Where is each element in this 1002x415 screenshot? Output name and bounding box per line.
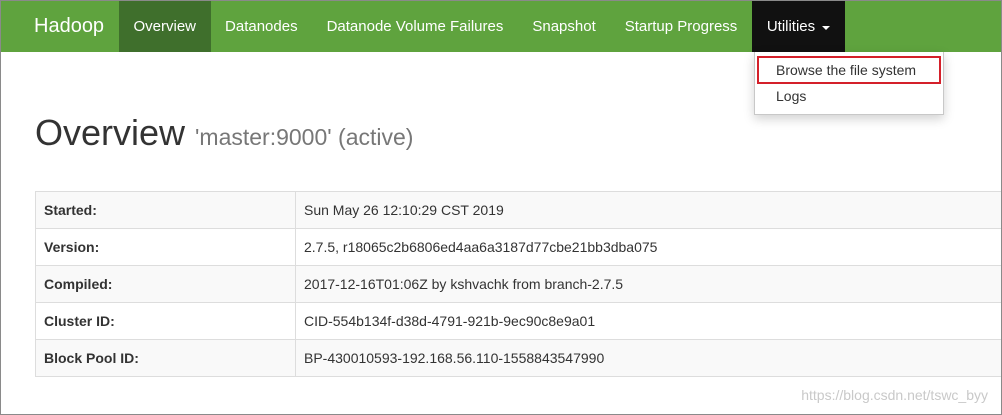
row-key-started: Started:	[35, 191, 296, 229]
page-title: Overview	[35, 112, 186, 153]
table-row: Started: Sun May 26 12:10:29 CST 2019	[35, 191, 1001, 229]
row-key-block-pool-id: Block Pool ID:	[35, 339, 296, 377]
row-key-version: Version:	[35, 228, 296, 266]
nav-utilities-label: Utilities	[766, 18, 816, 35]
table-row: Block Pool ID: BP-430010593-192.168.56.1…	[35, 339, 1001, 377]
top-navbar: Hadoop Overview Datanodes Datanode Volum…	[1, 1, 1001, 52]
watermark-text: https://blog.csdn.net/tswc_byy	[801, 387, 988, 403]
row-value-block-pool-id: BP-430010593-192.168.56.110-155884354799…	[295, 339, 1001, 377]
nav-datanode-volume-failures[interactable]: Datanode Volume Failures	[312, 1, 518, 52]
nav-startup-progress[interactable]: Startup Progress	[610, 1, 752, 52]
overview-info-table: Started: Sun May 26 12:10:29 CST 2019 Ve…	[35, 191, 1001, 377]
table-row: Version: 2.7.5, r18065c2b6806ed4aa6a3187…	[35, 228, 1001, 266]
row-value-compiled: 2017-12-16T01:06Z by kshvachk from branc…	[295, 265, 1001, 303]
row-value-cluster-id: CID-554b134f-d38d-4791-921b-9ec90c8e9a01	[295, 302, 1001, 340]
caret-down-icon	[822, 25, 831, 30]
menu-item-logs[interactable]: Logs	[757, 85, 941, 107]
brand-logo[interactable]: Hadoop	[1, 1, 119, 52]
row-value-version: 2.7.5, r18065c2b6806ed4aa6a3187d77cbe21b…	[295, 228, 1001, 266]
nav-snapshot[interactable]: Snapshot	[518, 1, 610, 52]
table-row: Cluster ID: CID-554b134f-d38d-4791-921b-…	[35, 302, 1001, 340]
menu-item-browse-file-system[interactable]: Browse the file system	[757, 56, 941, 84]
row-key-compiled: Compiled:	[35, 265, 296, 303]
utilities-dropdown-menu: Browse the file system Logs	[754, 52, 944, 115]
nav-overview[interactable]: Overview	[119, 1, 211, 52]
nav-datanodes[interactable]: Datanodes	[211, 1, 313, 52]
nav-utilities-dropdown-toggle[interactable]: Utilities	[751, 1, 846, 52]
page-subtitle: 'master:9000' (active)	[195, 124, 414, 150]
table-row: Compiled: 2017-12-16T01:06Z by kshvachk …	[35, 265, 1001, 303]
page-heading: Overview 'master:9000' (active)	[35, 112, 413, 154]
row-value-started: Sun May 26 12:10:29 CST 2019	[295, 191, 1001, 229]
row-key-cluster-id: Cluster ID:	[35, 302, 296, 340]
